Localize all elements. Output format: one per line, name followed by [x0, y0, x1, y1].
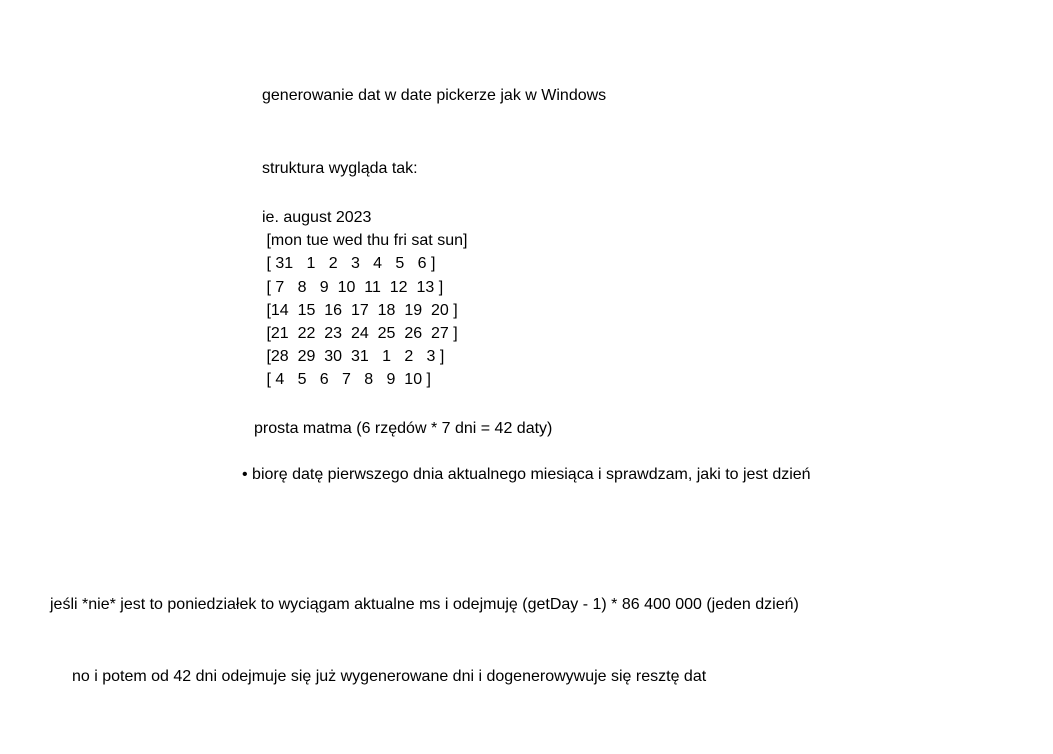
calendar-row: [ 7 8 9 10 11 12 13 ] — [262, 276, 1053, 299]
algorithm-step-1: jeśli *nie* jest to poniedziałek to wyci… — [50, 596, 799, 614]
bullet-step: • biorę datę pierwszego dnia aktualnego … — [242, 466, 1053, 484]
calendar-row: [14 15 16 17 18 19 20 ] — [262, 299, 1053, 322]
calendar-row: [28 29 30 31 1 2 3 ] — [262, 345, 1053, 368]
document-title: generowanie dat w date pickerze jak w Wi… — [262, 87, 1053, 105]
algorithm-step-2: no i potem od 42 dni odejmuje się już wy… — [72, 668, 706, 686]
calendar-row: [21 22 23 24 25 26 27 ] — [262, 322, 1053, 345]
calendar-header: ie. august 2023 — [262, 206, 1053, 229]
math-note: prosta matma (6 rzędów * 7 dni = 42 daty… — [254, 420, 1053, 438]
calendar-row: [ 4 5 6 7 8 9 10 ] — [262, 368, 1053, 391]
calendar-weekdays: [mon tue wed thu fri sat sun] — [262, 229, 1053, 252]
calendar-row: [ 31 1 2 3 4 5 6 ] — [262, 252, 1053, 275]
structure-label: struktura wygląda tak: — [262, 160, 1053, 178]
calendar-example: ie. august 2023 [mon tue wed thu fri sat… — [262, 206, 1053, 392]
